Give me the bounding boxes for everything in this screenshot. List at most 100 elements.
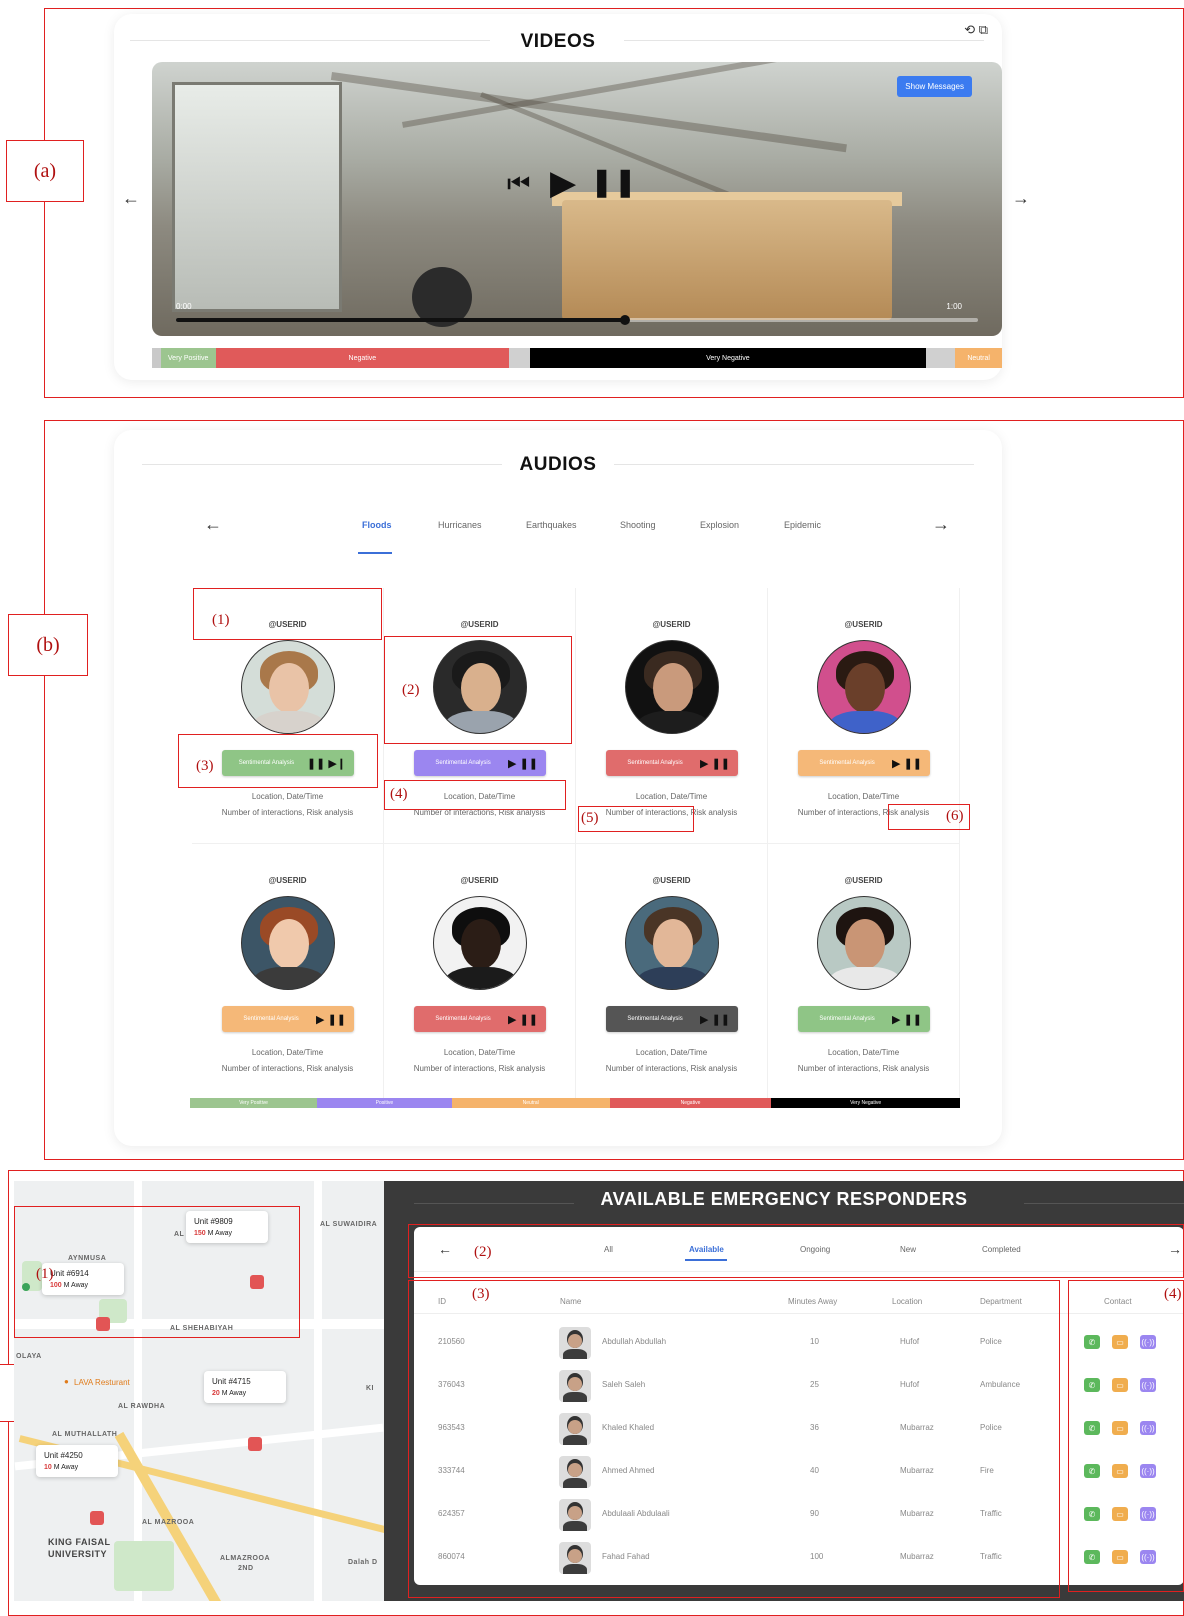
district-label: KING FAISAL xyxy=(48,1537,111,1547)
avatar xyxy=(625,896,719,990)
tab-explosion[interactable]: Explosion xyxy=(700,520,739,530)
panel-a-label: (a) xyxy=(6,140,84,202)
avatar-face xyxy=(653,663,693,713)
tab-shooting[interactable]: Shooting xyxy=(620,520,656,530)
district-label: KI xyxy=(366,1385,374,1392)
tab-hurricanes[interactable]: Hurricanes xyxy=(438,520,482,530)
restaurant-pin-icon[interactable]: ● xyxy=(64,1377,69,1386)
player-label: Sentimental Analysis xyxy=(627,760,683,766)
pause-icon[interactable]: ❚❚ xyxy=(590,168,637,196)
tab-epidemic[interactable]: Epidemic xyxy=(784,520,821,530)
unit-distance: 10 M Away xyxy=(44,1464,79,1471)
play-pause-icon[interactable]: ▶ ❚❚ xyxy=(508,1013,538,1026)
play-pause-icon[interactable]: ▶ ❚❚ xyxy=(508,757,538,770)
audio-next-arrow[interactable]: → xyxy=(932,514,950,535)
video-sentiment-segment: Negative xyxy=(215,348,509,368)
video-time-end: 1:00 xyxy=(946,302,962,311)
expand-icon[interactable]: ⟲ ⧉ xyxy=(964,22,988,38)
video-player[interactable]: Show Messages ⏮ ▶ ❚❚ 0:00 1:00 xyxy=(152,62,1002,336)
avatar xyxy=(241,640,335,734)
avatar-body xyxy=(828,967,902,989)
user-id: @USERID xyxy=(460,876,499,885)
sentimental-analysis-player[interactable]: Sentimental Analysis ▶ ❚❚ xyxy=(414,750,546,776)
district-label: AL RAWDHA xyxy=(118,1403,166,1410)
sentimental-analysis-player[interactable]: Sentimental Analysis ▶ ❚❚ xyxy=(606,750,738,776)
rewind-icon[interactable]: ⏮ xyxy=(507,170,530,196)
video-scene-window xyxy=(172,82,342,312)
audio-prev-arrow[interactable]: ← xyxy=(204,514,222,535)
active-tab-underline xyxy=(358,552,392,554)
district-label: AL MUTHALLATH xyxy=(52,1431,118,1438)
location-datetime: Location, Date/Time xyxy=(635,792,708,801)
video-sentiment-segment xyxy=(925,348,956,368)
sentimental-analysis-player[interactable]: Sentimental Analysis ▶ ❚❚ xyxy=(798,750,930,776)
player-label: Sentimental Analysis xyxy=(819,760,875,766)
avatar-face xyxy=(269,663,309,713)
unit-card-4715[interactable]: Unit #4715 20 M Away xyxy=(204,1371,286,1403)
legend-segment: Negative xyxy=(609,1098,772,1108)
user-id: @USERID xyxy=(844,620,883,629)
audio-sentiment-legend: Very Positive Positive Neutral Negative Very… xyxy=(190,1098,960,1108)
district-label: AL MAZROOA xyxy=(142,1519,195,1526)
audio-card: @USERID Sentimental Analysis ▶ ❚❚ Location,… xyxy=(192,844,384,1100)
avatar-body xyxy=(252,967,326,989)
avatar-face xyxy=(269,919,309,969)
district-label: ALMAZROOA xyxy=(220,1555,270,1562)
video-next-arrow[interactable]: → xyxy=(1012,188,1030,209)
play-pause-icon[interactable]: ▶ ❚❚ xyxy=(892,757,922,770)
audio-card: @USERID Sentimental Analysis ▶ ❚❚ Location,… xyxy=(768,844,960,1100)
unit-marker-icon[interactable] xyxy=(248,1437,262,1451)
play-pause-icon[interactable]: ▶ ❚❚ xyxy=(892,1013,922,1026)
b-note-3: (3) xyxy=(196,758,214,774)
player-label: Sentimental Analysis xyxy=(435,1016,491,1022)
unit-distance: 20 M Away xyxy=(212,1390,247,1397)
audio-card: @USERID Sentimental Analysis ▶ ❚❚ Location,… xyxy=(384,844,576,1100)
c-annotation-box-1 xyxy=(14,1206,300,1338)
legend-segment: Very Negative xyxy=(771,1098,960,1108)
video-prev-arrow[interactable]: ← xyxy=(122,188,140,209)
play-pause-icon[interactable]: ▶ ❚❚ xyxy=(316,1013,346,1026)
legend-segment: Very Positive xyxy=(190,1098,318,1108)
sentimental-analysis-player[interactable]: Sentimental Analysis ▶ ❚❚ xyxy=(798,1006,930,1032)
district-label: AL SUWAIDIRA xyxy=(320,1221,378,1228)
play-pause-icon[interactable]: ▶ ❚❚ xyxy=(700,1013,730,1026)
audio-card: @USERID Sentimental Analysis ▶ ❚❚ Location,… xyxy=(576,844,768,1100)
show-messages-button[interactable]: Show Messages xyxy=(897,76,972,97)
user-id: @USERID xyxy=(460,620,499,629)
b-note-5: (5) xyxy=(581,810,599,826)
unit-label: Unit #4715 xyxy=(212,1377,251,1386)
sentimental-analysis-player[interactable]: Sentimental Analysis ▶ ❚❚ xyxy=(414,1006,546,1032)
avatar-face xyxy=(845,919,885,969)
unit-card-4250[interactable]: Unit #4250 10 M Away xyxy=(36,1445,118,1477)
video-scene-desk xyxy=(562,200,892,320)
c-annotation-box-2 xyxy=(408,1224,1184,1278)
unit-label: Unit #4250 xyxy=(44,1451,83,1460)
unit-marker-icon[interactable] xyxy=(90,1511,104,1525)
player-label: Sentimental Analysis xyxy=(243,1016,299,1022)
avatar xyxy=(433,896,527,990)
video-progress-knob[interactable] xyxy=(620,315,631,325)
location-datetime: Location, Date/Time xyxy=(827,1048,900,1057)
avatar-body xyxy=(636,711,710,733)
play-icon[interactable]: ▶ xyxy=(550,166,576,200)
b-note-2: (2) xyxy=(402,682,420,698)
play-pause-icon[interactable]: ▶ ❚❚ xyxy=(700,757,730,770)
tab-floods[interactable]: Floods xyxy=(362,520,392,530)
avatar-face xyxy=(461,919,501,969)
b-note-4: (4) xyxy=(390,786,408,802)
user-id: @USERID xyxy=(652,876,691,885)
c-note-2: (2) xyxy=(474,1244,492,1260)
video-progress-track[interactable] xyxy=(176,315,978,325)
sentimental-analysis-player[interactable]: Sentimental Analysis ▶ ❚❚ xyxy=(606,1006,738,1032)
avatar-body xyxy=(828,711,902,733)
location-datetime: Location, Date/Time xyxy=(635,1048,708,1057)
sentimental-analysis-player[interactable]: Sentimental Analysis ▶ ❚❚ xyxy=(222,1006,354,1032)
avatar xyxy=(241,896,335,990)
player-label: Sentimental Analysis xyxy=(819,1016,875,1022)
tab-earthquakes[interactable]: Earthquakes xyxy=(526,520,577,530)
panel-b-label: (b) xyxy=(8,614,88,676)
video-sentiment-segment xyxy=(152,348,161,368)
b-note-1: (1) xyxy=(212,612,230,628)
avatar xyxy=(817,640,911,734)
district-label: Dalah D xyxy=(348,1559,378,1566)
